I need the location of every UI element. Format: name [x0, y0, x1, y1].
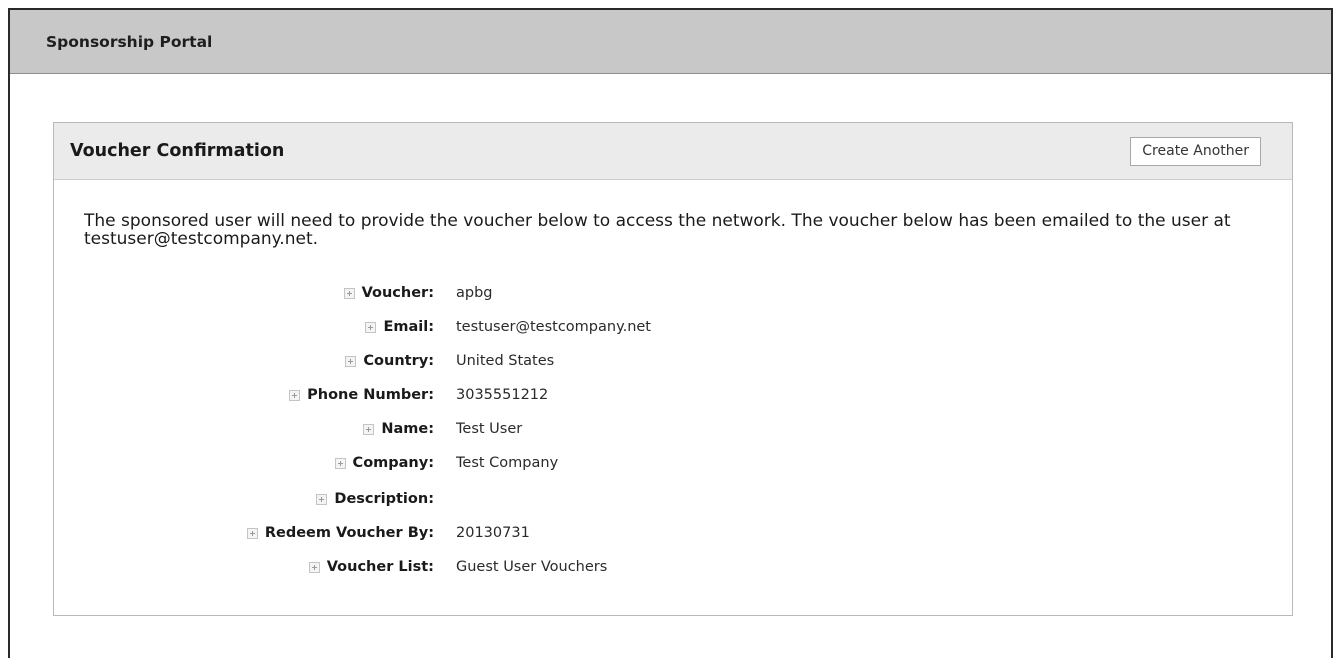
field-row-voucher: Voucher: apbg [54, 283, 1292, 303]
field-label-name: Name: [381, 421, 434, 437]
field-label-group: Name: [363, 419, 434, 439]
expand-icon[interactable] [343, 287, 355, 299]
field-label-email: Email: [383, 319, 434, 335]
expand-icon[interactable] [334, 457, 346, 469]
field-row-description: Description: [54, 489, 1292, 509]
app-window: Sponsorship Portal Voucher Confirmation … [8, 8, 1333, 658]
field-label-group: Description: [316, 489, 434, 509]
field-row-email: Email: testuser@testcompany.net [54, 317, 1292, 337]
intro-text: The sponsored user will need to provide … [84, 211, 1231, 249]
field-value-voucher: apbg [456, 285, 493, 301]
field-label-company: Company: [352, 455, 434, 471]
expand-icon[interactable] [345, 355, 357, 367]
field-row-phone-number: Phone Number: 3035551212 [54, 385, 1292, 405]
voucher-confirmation-panel: Voucher Confirmation Create Another The … [53, 122, 1293, 616]
panel-header: Voucher Confirmation Create Another [54, 123, 1292, 180]
field-label-group: Country: [345, 351, 434, 371]
field-row-voucher-list: Voucher List: Guest User Vouchers [54, 557, 1292, 577]
expand-icon[interactable] [308, 561, 320, 573]
field-row-name: Name: Test User [54, 419, 1292, 439]
field-label-group: Redeem Voucher By: [246, 523, 434, 543]
field-row-redeem-voucher-by: Redeem Voucher By: 20130731 [54, 523, 1292, 543]
field-label-phone-number: Phone Number: [307, 387, 434, 403]
field-value-company: Test Company [456, 455, 559, 471]
portal-header: Sponsorship Portal [10, 10, 1331, 74]
field-label-group: Voucher List: [308, 557, 434, 577]
field-value-voucher-list: Guest User Vouchers [456, 559, 608, 575]
field-label-voucher: Voucher: [361, 285, 434, 301]
expand-icon[interactable] [246, 527, 258, 539]
field-value-country: United States [456, 353, 555, 369]
field-value-phone-number: 3035551212 [456, 387, 549, 403]
field-value-email: testuser@testcompany.net [456, 319, 651, 335]
field-label-voucher-list: Voucher List: [326, 559, 434, 575]
field-value-redeem-voucher-by: 20130731 [456, 525, 530, 541]
expand-icon[interactable] [316, 493, 328, 505]
field-value-name: Test User [456, 421, 523, 437]
field-label-group: Phone Number: [289, 385, 434, 405]
expand-icon[interactable] [365, 321, 377, 333]
field-row-company: Company: Test Company [54, 453, 1292, 473]
field-label-redeem-voucher-by: Redeem Voucher By: [264, 525, 434, 541]
create-another-button[interactable]: Create Another [1130, 137, 1261, 166]
field-label-description: Description: [334, 491, 434, 507]
expand-icon[interactable] [289, 389, 301, 401]
portal-title: Sponsorship Portal [46, 32, 213, 51]
field-row-country: Country: United States [54, 351, 1292, 371]
expand-icon[interactable] [363, 423, 375, 435]
field-label-group: Voucher: [343, 283, 434, 303]
field-label-group: Email: [365, 317, 434, 337]
field-label-group: Company: [334, 453, 434, 473]
panel-title: Voucher Confirmation [70, 141, 285, 161]
field-label-country: Country: [363, 353, 434, 369]
